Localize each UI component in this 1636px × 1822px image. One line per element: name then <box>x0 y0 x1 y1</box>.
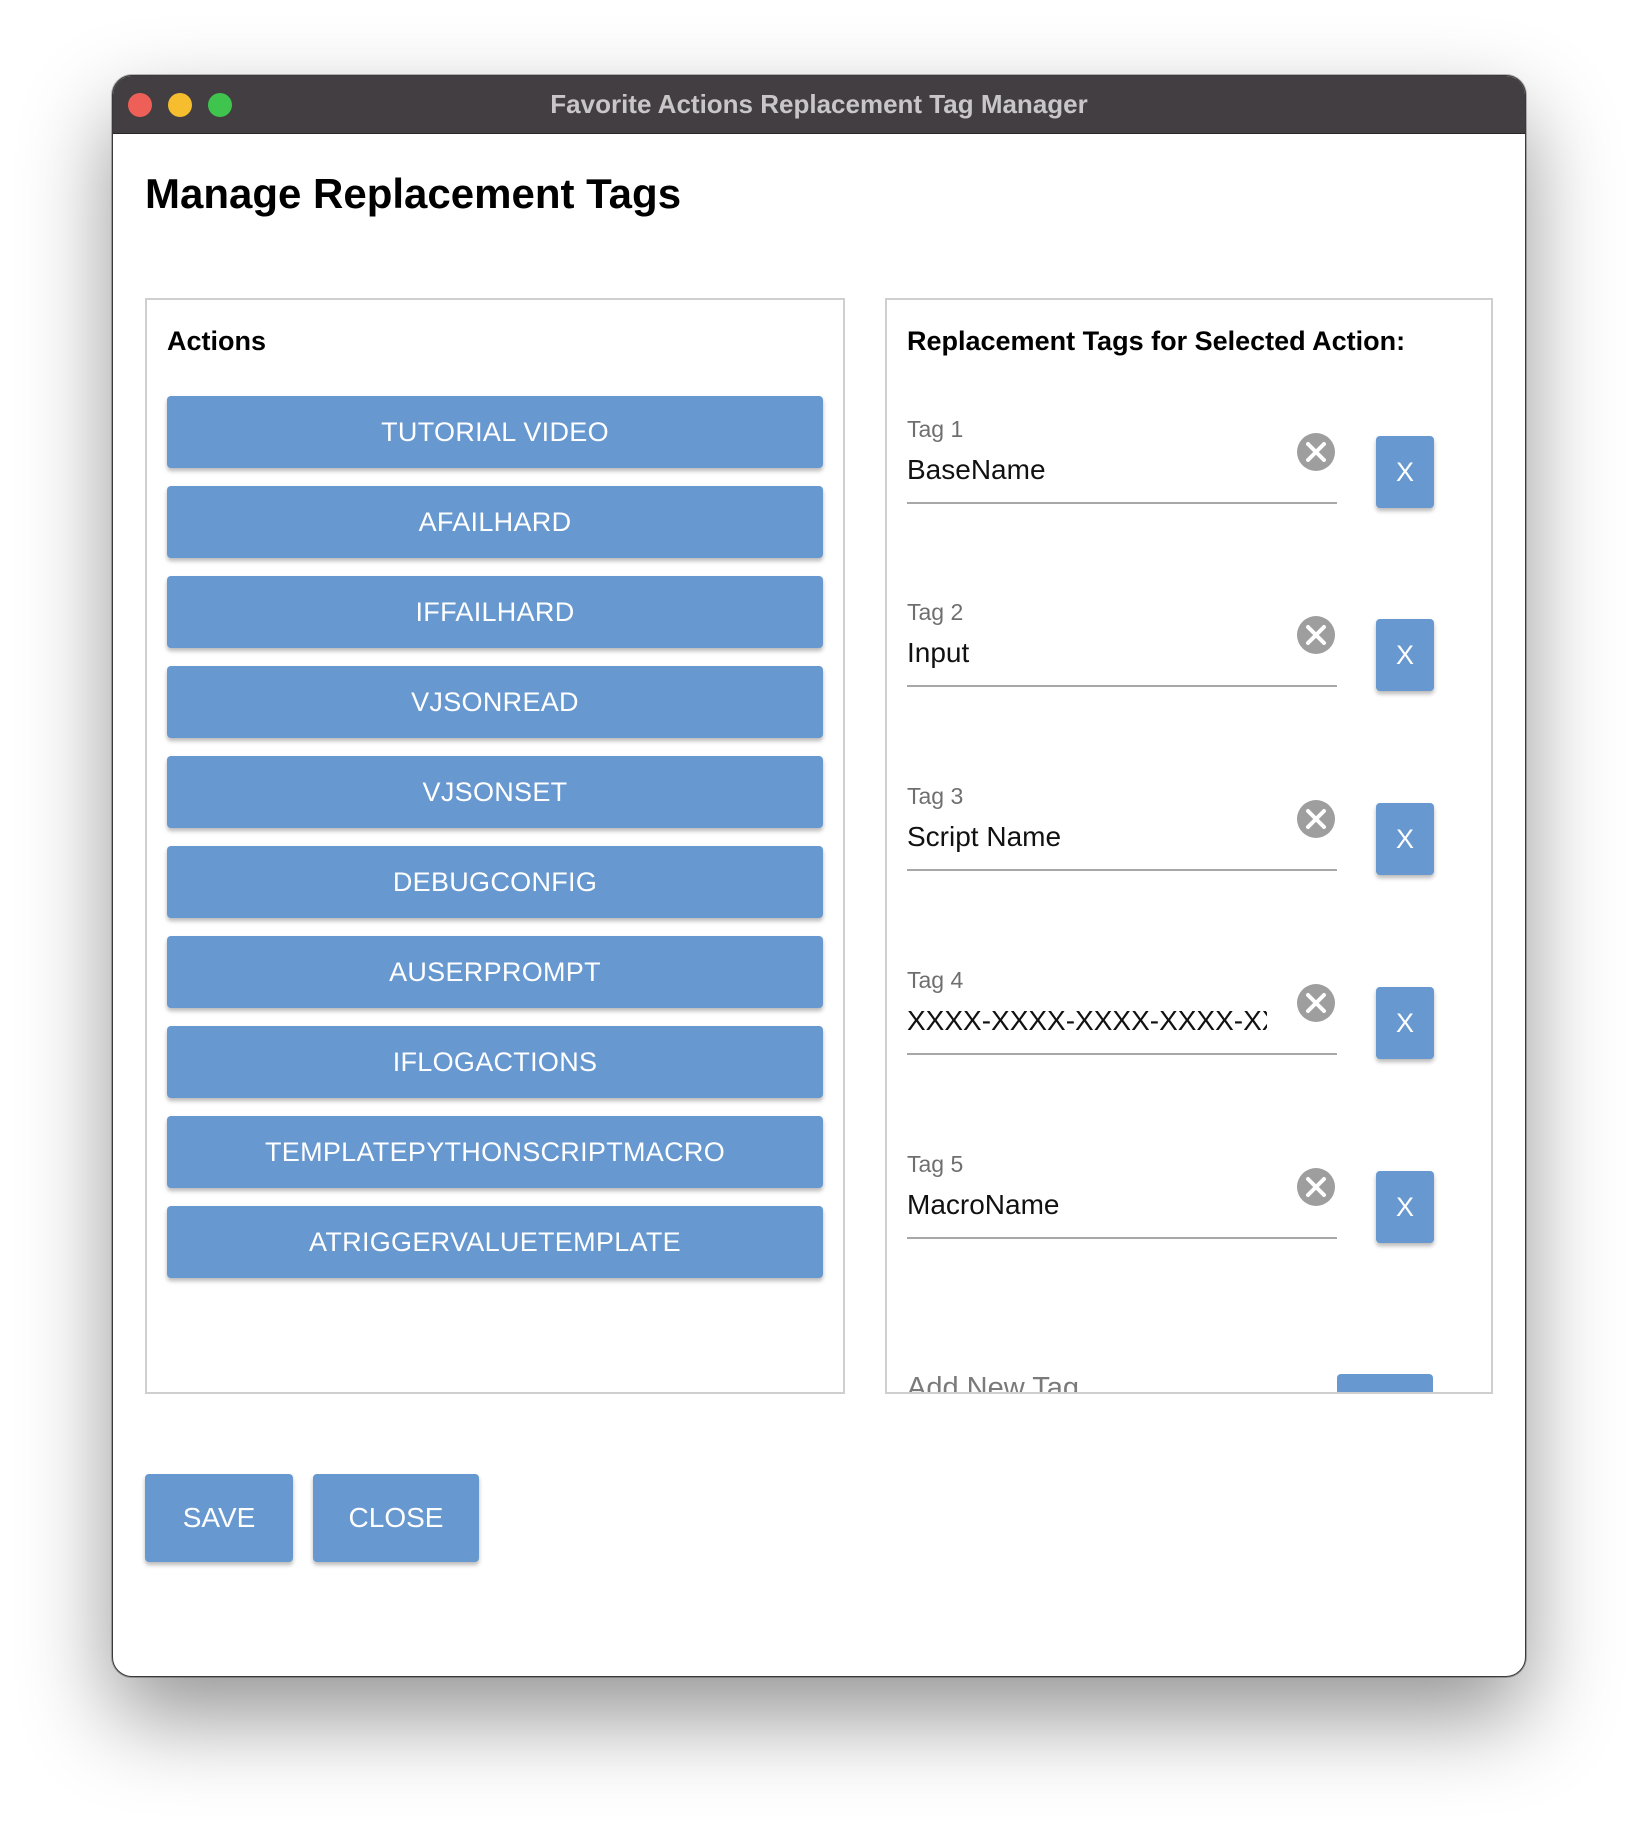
title-bar[interactable]: Favorite Actions Replacement Tag Manager <box>113 76 1525 134</box>
tag-label: Tag 5 <box>907 1151 964 1177</box>
replacement-tags-panel[interactable]: Replacement Tags for Selected Action: Ta… <box>885 298 1493 1394</box>
save-button[interactable]: SAVE <box>145 1474 293 1562</box>
tag-row-4: Tag 4 X <box>907 967 1434 1067</box>
tag-row-5: Tag 5 X <box>907 1151 1434 1251</box>
tag-underline <box>907 1053 1337 1055</box>
clear-circle-icon[interactable] <box>1296 432 1336 472</box>
action-button-afailhard[interactable]: AFAILHARD <box>167 486 823 558</box>
action-button-templatepythonscriptmacro[interactable]: TEMPLATEPYTHONSCRIPTMACRO <box>167 1116 823 1188</box>
action-button-tutorial-video[interactable]: TUTORIAL VIDEO <box>167 396 823 468</box>
action-button-vjsonread[interactable]: VJSONREAD <box>167 666 823 738</box>
tag-input-1[interactable] <box>907 450 1267 490</box>
clear-circle-icon[interactable] <box>1296 983 1336 1023</box>
action-button-auserprompt[interactable]: AUSERPROMPT <box>167 936 823 1008</box>
add-new-tag-label: Add New Tag <box>907 1372 1079 1394</box>
tag-input-2[interactable] <box>907 633 1267 673</box>
tag-row-3: Tag 3 X <box>907 783 1434 883</box>
tag-underline <box>907 502 1337 504</box>
actions-panel-heading: Actions <box>167 326 267 356</box>
tag-row-2: Tag 2 X <box>907 599 1434 699</box>
close-button[interactable]: CLOSE <box>313 1474 479 1562</box>
delete-tag-button-1[interactable]: X <box>1376 436 1434 508</box>
tag-label: Tag 4 <box>907 967 964 993</box>
delete-tag-button-2[interactable]: X <box>1376 619 1434 691</box>
window-title: Favorite Actions Replacement Tag Manager <box>550 89 1088 119</box>
actions-panel[interactable]: Actions TUTORIAL VIDEO AFAILHARD IFFAILH… <box>145 298 845 1394</box>
tag-input-3[interactable] <box>907 817 1267 857</box>
page-title: Manage Replacement Tags <box>145 170 682 217</box>
replacement-tags-heading: Replacement Tags for Selected Action: <box>907 326 1406 356</box>
clear-circle-icon[interactable] <box>1296 1167 1336 1207</box>
action-button-vjsonset[interactable]: VJSONSET <box>167 756 823 828</box>
tag-underline <box>907 685 1337 687</box>
tag-label: Tag 1 <box>907 416 964 442</box>
clear-circle-icon[interactable] <box>1296 799 1336 839</box>
tag-underline <box>907 1237 1337 1239</box>
tag-label: Tag 2 <box>907 599 964 625</box>
delete-tag-button-4[interactable]: X <box>1376 987 1434 1059</box>
tag-underline <box>907 869 1337 871</box>
tag-label: Tag 3 <box>907 783 964 809</box>
action-button-iflogactions[interactable]: IFLOGACTIONS <box>167 1026 823 1098</box>
action-button-debugconfig[interactable]: DEBUGCONFIG <box>167 846 823 918</box>
tag-input-4[interactable] <box>907 1001 1267 1041</box>
delete-tag-button-5[interactable]: X <box>1376 1171 1434 1243</box>
clear-circle-icon[interactable] <box>1296 615 1336 655</box>
action-button-iffailhard[interactable]: IFFAILHARD <box>167 576 823 648</box>
add-tag-button[interactable] <box>1337 1374 1433 1392</box>
delete-tag-button-3[interactable]: X <box>1376 803 1434 875</box>
app-window: Favorite Actions Replacement Tag Manager… <box>112 75 1526 1677</box>
tag-input-5[interactable] <box>907 1185 1267 1225</box>
action-button-atriggervaluetemplate[interactable]: ATRIGGERVALUETEMPLATE <box>167 1206 823 1278</box>
tag-row-1: Tag 1 X <box>907 416 1434 516</box>
